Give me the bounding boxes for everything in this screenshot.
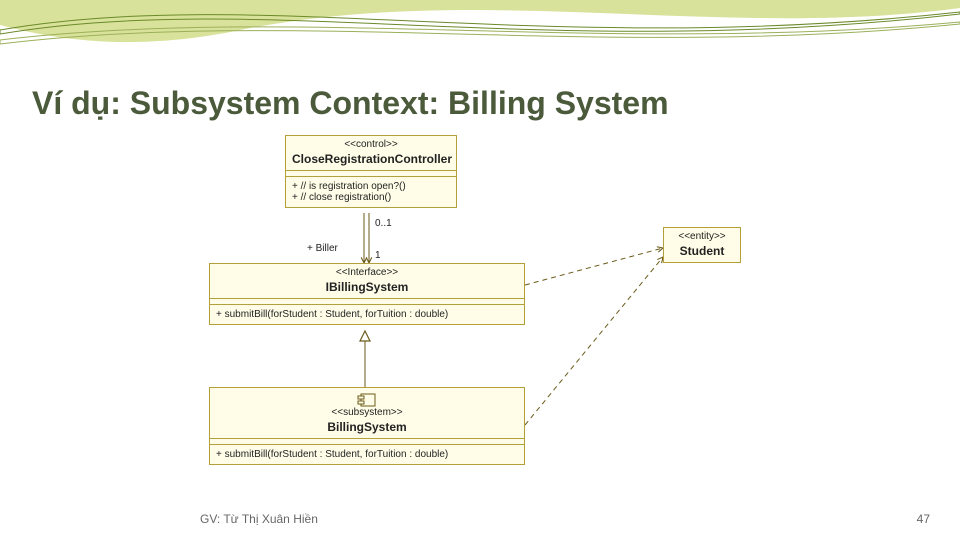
- uml-entity-student: <<entity>> Student: [663, 227, 741, 263]
- footer-page-number: 47: [917, 512, 930, 526]
- uml-interface-ibilling: <<Interface>> IBillingSystem + submitBil…: [209, 263, 525, 325]
- multiplicity-label: 1: [375, 250, 381, 261]
- class-name: Student: [670, 244, 734, 259]
- stereotype-label: <<control>>: [292, 139, 450, 152]
- multiplicity-label: 0..1: [375, 218, 392, 229]
- page-title: Ví dụ: Subsystem Context: Billing System: [32, 85, 669, 122]
- operation-text: + // close registration(): [292, 192, 450, 203]
- class-name: CloseRegistrationController: [292, 152, 450, 167]
- class-name: IBillingSystem: [216, 280, 518, 295]
- class-name: BillingSystem: [216, 420, 518, 435]
- operation-text: + submitBill(forStudent : Student, forTu…: [210, 305, 524, 324]
- subsystem-icon: [357, 393, 377, 407]
- stereotype-label: <<subsystem>>: [216, 407, 518, 420]
- operation-text: + // is registration open?(): [292, 181, 450, 192]
- footer-author: GV: Từ Thị Xuân Hiền: [200, 512, 318, 526]
- stereotype-label: <<Interface>>: [216, 267, 518, 280]
- operation-text: + submitBill(forStudent : Student, forTu…: [210, 445, 524, 464]
- uml-diagram: <<control>> CloseRegistrationController …: [175, 135, 795, 500]
- stereotype-label: <<entity>>: [670, 231, 734, 244]
- uml-subsystem-billing: <<subsystem>> BillingSystem + submitBill…: [209, 387, 525, 465]
- role-label: + Biller: [307, 243, 338, 254]
- uml-class-controller: <<control>> CloseRegistrationController …: [285, 135, 457, 208]
- header-swoosh: [0, 0, 960, 70]
